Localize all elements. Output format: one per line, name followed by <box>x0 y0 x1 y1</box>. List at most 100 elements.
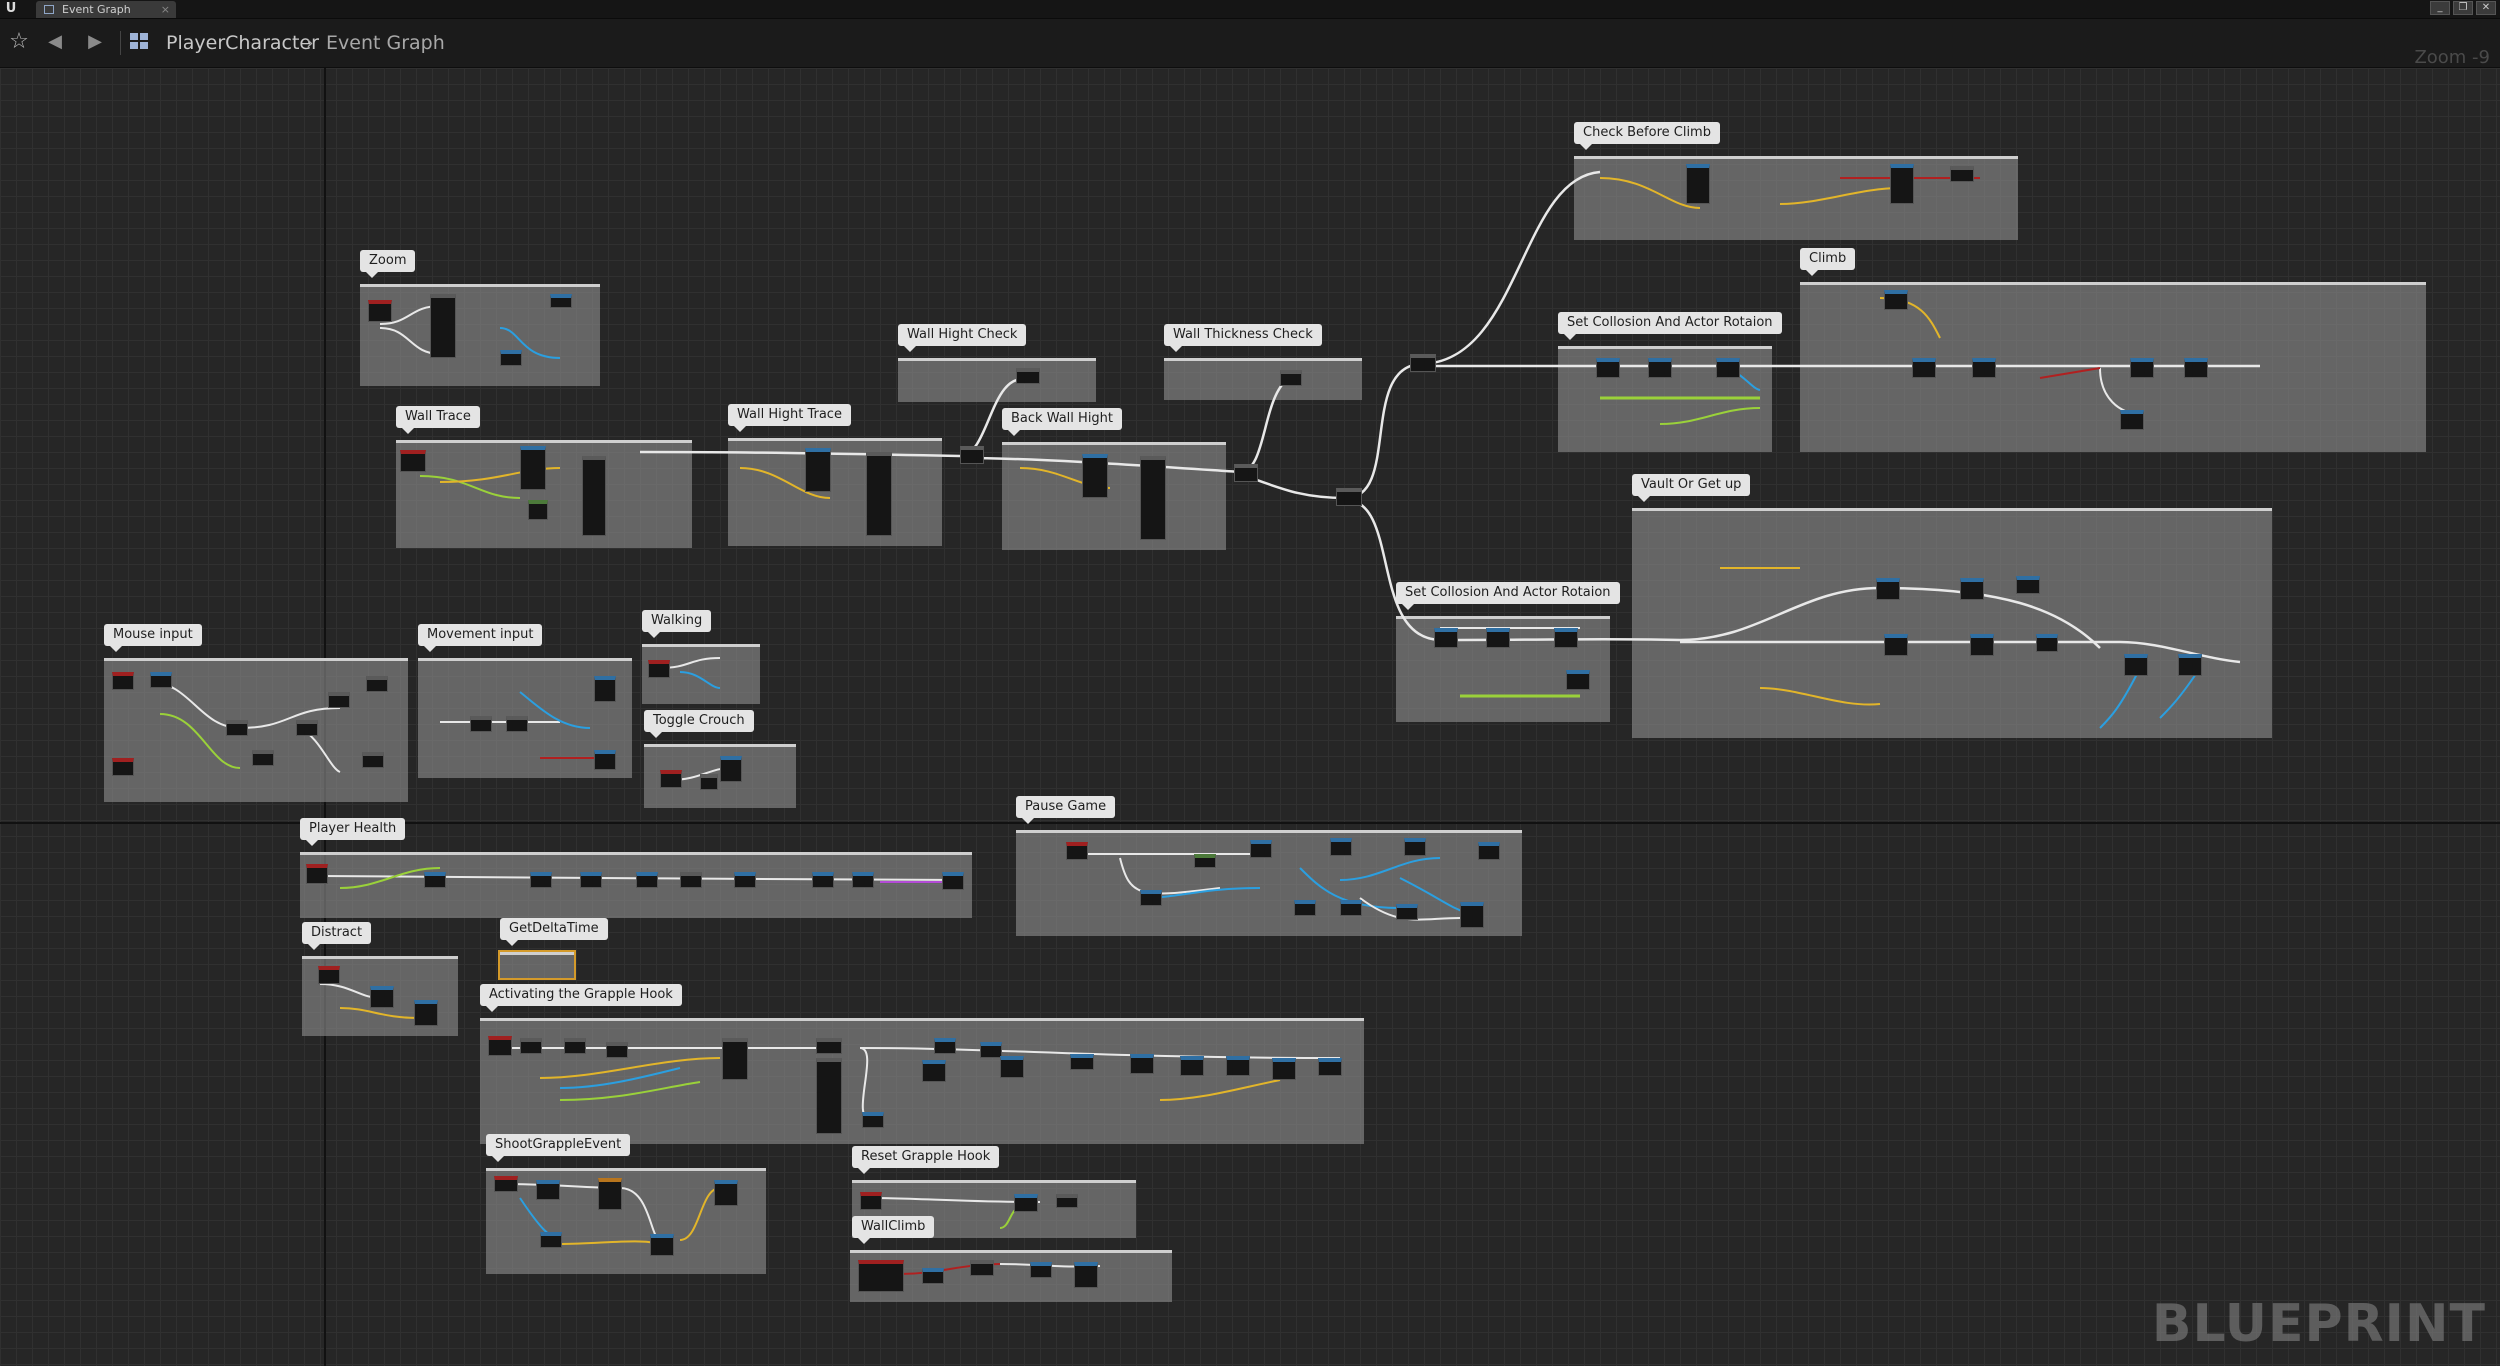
function-node[interactable] <box>1554 628 1578 648</box>
function-node[interactable] <box>1596 358 1620 378</box>
event-node[interactable] <box>660 770 682 788</box>
function-node[interactable] <box>528 500 548 520</box>
maximize-button[interactable]: ❐ <box>2453 1 2473 15</box>
function-node[interactable] <box>1140 890 1162 906</box>
function-node[interactable] <box>328 692 350 708</box>
function-node[interactable] <box>1686 164 1710 204</box>
function-node[interactable] <box>1410 354 1436 372</box>
back-arrow-icon[interactable]: ◀ <box>42 29 68 55</box>
function-node[interactable] <box>1130 1054 1154 1074</box>
graph-canvas[interactable]: Zoom Wall Trace Wall Hight Check Wall Hi… <box>0 68 2500 1366</box>
function-node[interactable] <box>1340 900 1362 916</box>
function-node[interactable] <box>530 872 552 888</box>
event-node[interactable] <box>648 660 670 678</box>
function-node[interactable] <box>550 294 572 308</box>
function-node[interactable] <box>816 1058 842 1134</box>
event-node[interactable] <box>318 966 340 984</box>
function-node[interactable] <box>2184 358 2208 378</box>
minimize-button[interactable]: _ <box>2430 1 2450 15</box>
function-node[interactable] <box>1030 1262 1052 1278</box>
function-node[interactable] <box>942 872 964 890</box>
function-node[interactable] <box>650 1234 674 1256</box>
function-node[interactable] <box>1226 1056 1250 1076</box>
function-node[interactable] <box>1234 464 1258 482</box>
function-node[interactable] <box>2120 410 2144 430</box>
function-node[interactable] <box>1566 670 1590 690</box>
function-node[interactable] <box>970 1260 994 1276</box>
function-node[interactable] <box>1970 634 1994 656</box>
function-node[interactable] <box>1280 370 1302 386</box>
function-node[interactable] <box>680 872 702 888</box>
function-node[interactable] <box>1460 902 1484 928</box>
function-node[interactable] <box>722 1038 748 1080</box>
function-node[interactable] <box>150 672 172 688</box>
function-node[interactable] <box>714 1180 738 1206</box>
function-node[interactable] <box>1294 900 1316 916</box>
function-node[interactable] <box>812 872 834 888</box>
function-node[interactable] <box>1478 842 1500 860</box>
event-node[interactable] <box>112 758 134 776</box>
event-node[interactable] <box>400 450 426 472</box>
function-node[interactable] <box>1074 1262 1098 1288</box>
function-node[interactable] <box>1396 904 1418 920</box>
event-node[interactable] <box>488 1036 512 1056</box>
function-node[interactable] <box>1404 838 1426 856</box>
event-node[interactable] <box>112 672 134 690</box>
function-node[interactable] <box>598 1178 622 1210</box>
function-node[interactable] <box>2016 576 2040 594</box>
function-node[interactable] <box>960 446 984 464</box>
breadcrumb-player-character[interactable]: PlayerCharacter <box>166 31 319 55</box>
function-node[interactable] <box>500 350 522 366</box>
function-node[interactable] <box>564 1038 586 1054</box>
function-node[interactable] <box>1960 578 1984 600</box>
function-node[interactable] <box>1000 1056 1024 1078</box>
function-node[interactable] <box>226 720 248 736</box>
tab-close-icon[interactable]: × <box>161 1 170 18</box>
function-node[interactable] <box>1272 1058 1296 1080</box>
event-node[interactable] <box>306 864 328 884</box>
function-node[interactable] <box>1972 358 1996 378</box>
function-node[interactable] <box>1434 628 1458 648</box>
function-node[interactable] <box>370 986 394 1008</box>
function-node[interactable] <box>1884 634 1908 656</box>
event-node[interactable] <box>1066 842 1088 860</box>
tab-event-graph[interactable]: Event Graph × <box>36 1 176 18</box>
function-node[interactable] <box>1014 1194 1038 1212</box>
function-node[interactable] <box>852 872 874 888</box>
function-node[interactable] <box>470 716 492 732</box>
function-node[interactable] <box>594 750 616 770</box>
function-node[interactable] <box>296 720 318 736</box>
event-node[interactable] <box>368 300 392 322</box>
function-node[interactable] <box>1330 838 1352 856</box>
function-node[interactable] <box>414 1000 438 1026</box>
function-node[interactable] <box>720 756 742 782</box>
function-node[interactable] <box>1016 368 1040 384</box>
function-node[interactable] <box>1318 1058 1342 1076</box>
function-node[interactable] <box>540 1232 562 1248</box>
function-node[interactable] <box>362 752 384 768</box>
function-node[interactable] <box>366 676 388 692</box>
function-node[interactable] <box>1912 358 1936 378</box>
event-node[interactable] <box>494 1176 518 1192</box>
function-node[interactable] <box>252 750 274 766</box>
function-node[interactable] <box>2178 654 2202 676</box>
event-node[interactable] <box>860 1192 882 1210</box>
function-node[interactable] <box>1486 628 1510 648</box>
function-node[interactable] <box>506 716 528 732</box>
function-node[interactable] <box>594 676 616 702</box>
function-node[interactable] <box>430 294 456 358</box>
function-node[interactable] <box>580 872 602 888</box>
function-node[interactable] <box>1070 1054 1094 1070</box>
function-node[interactable] <box>866 452 892 536</box>
function-node[interactable] <box>606 1042 628 1058</box>
forward-arrow-icon[interactable]: ▶ <box>82 29 108 55</box>
star-icon[interactable]: ☆ <box>6 29 32 55</box>
close-window-button[interactable]: ✕ <box>2476 1 2496 15</box>
function-node[interactable] <box>1890 164 1914 204</box>
function-node[interactable] <box>922 1060 946 1082</box>
function-node[interactable] <box>805 448 831 492</box>
function-node[interactable] <box>1250 840 1272 858</box>
function-node[interactable] <box>1876 578 1900 600</box>
function-node[interactable] <box>2130 358 2154 378</box>
function-node[interactable] <box>816 1038 842 1054</box>
